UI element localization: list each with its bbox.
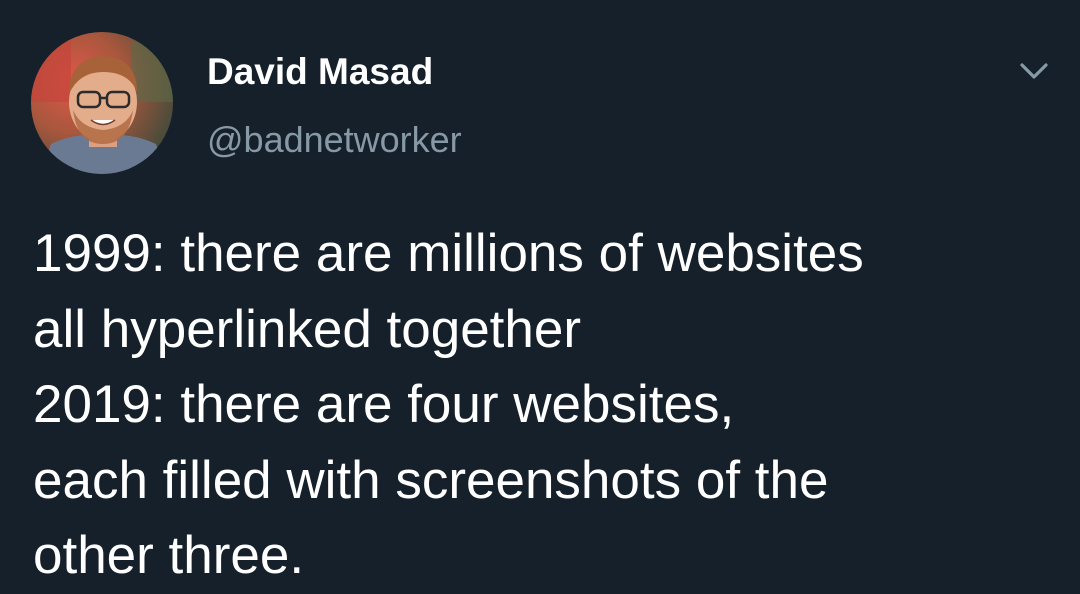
- tweet-text-line: other three.: [33, 526, 305, 585]
- avatar-photo-icon: [31, 32, 173, 174]
- author-name[interactable]: David Masad: [207, 50, 433, 94]
- tweet-text-line: 2019: there are four websites,: [33, 375, 735, 434]
- tweet-card: David Masad @badnetworker 1999: there ar…: [0, 0, 1080, 594]
- tweet-text: 1999: there are millions of websites all…: [33, 216, 1053, 594]
- author-handle[interactable]: @badnetworker: [207, 118, 462, 162]
- tweet-text-line: each filled with screenshots of the: [33, 450, 829, 510]
- chevron-down-icon: [1020, 63, 1048, 79]
- tweet-menu-button[interactable]: [1012, 56, 1056, 86]
- tweet-text-line: 1999: there are millions of websites: [33, 224, 864, 283]
- avatar[interactable]: [31, 32, 173, 174]
- tweet-text-line: all hyperlinked together: [33, 299, 582, 359]
